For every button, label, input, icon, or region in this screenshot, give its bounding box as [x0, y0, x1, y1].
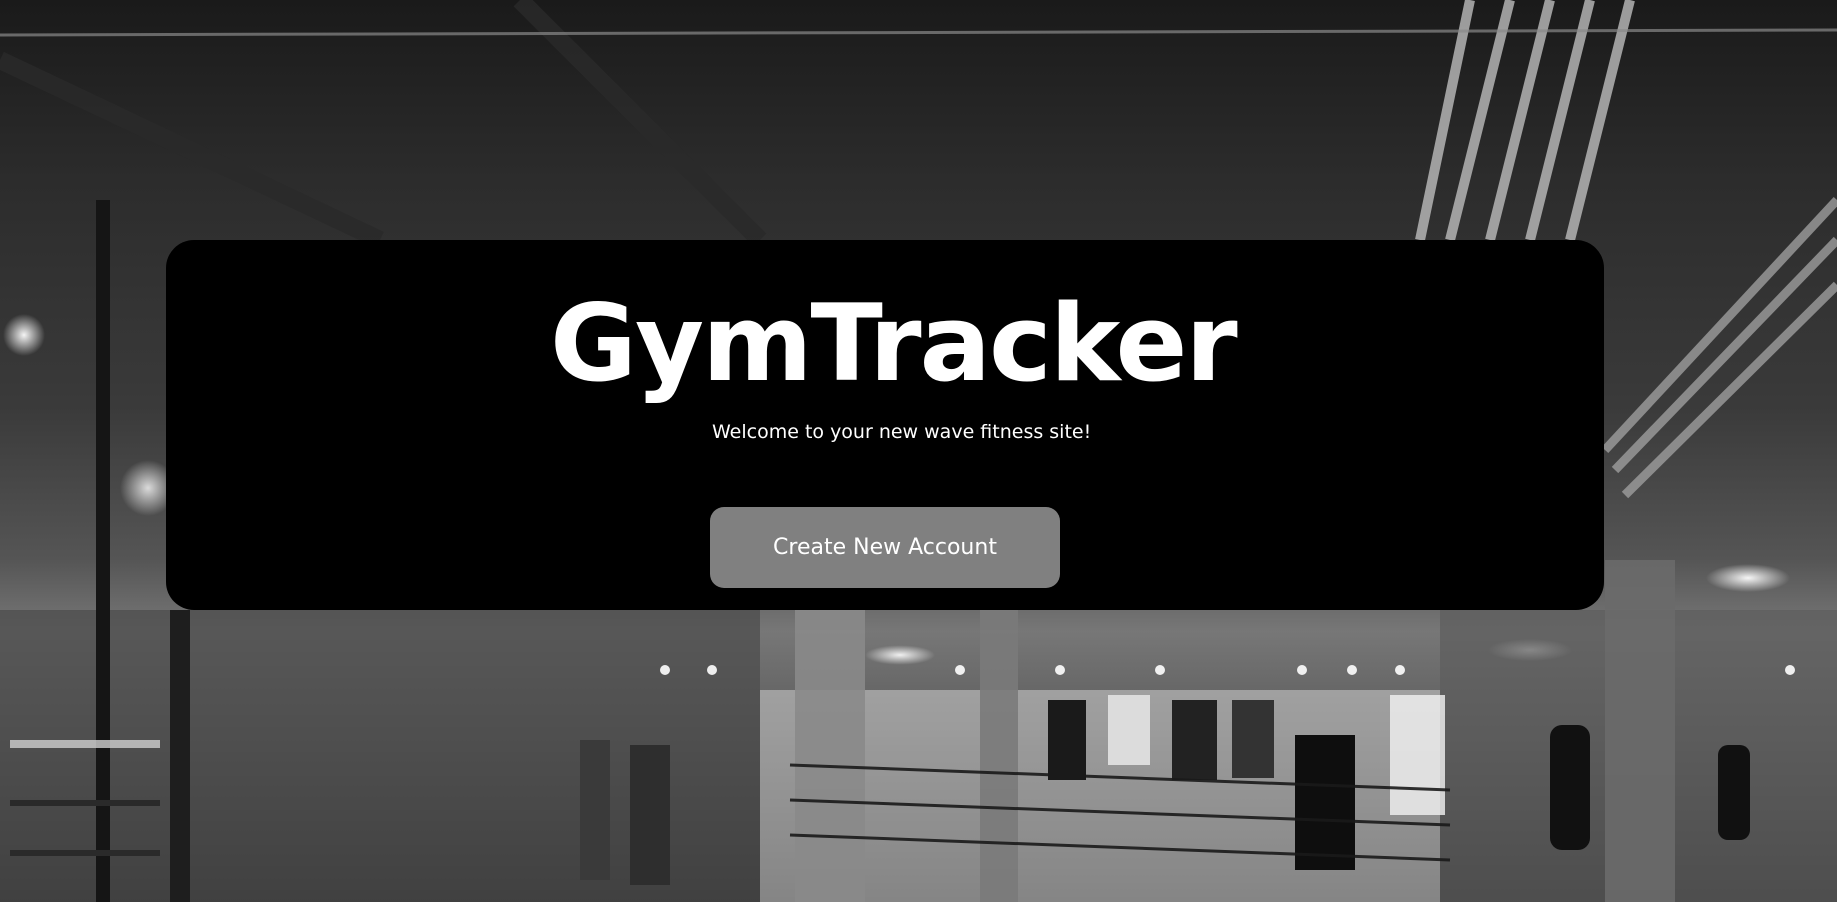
hero-subtitle: Welcome to your new wave fitness site! [712, 421, 1092, 443]
page-title: GymTracker [550, 282, 1238, 405]
hero-card: GymTracker Welcome to your new wave fitn… [166, 240, 1604, 610]
create-account-button[interactable]: Create New Account [710, 507, 1060, 588]
